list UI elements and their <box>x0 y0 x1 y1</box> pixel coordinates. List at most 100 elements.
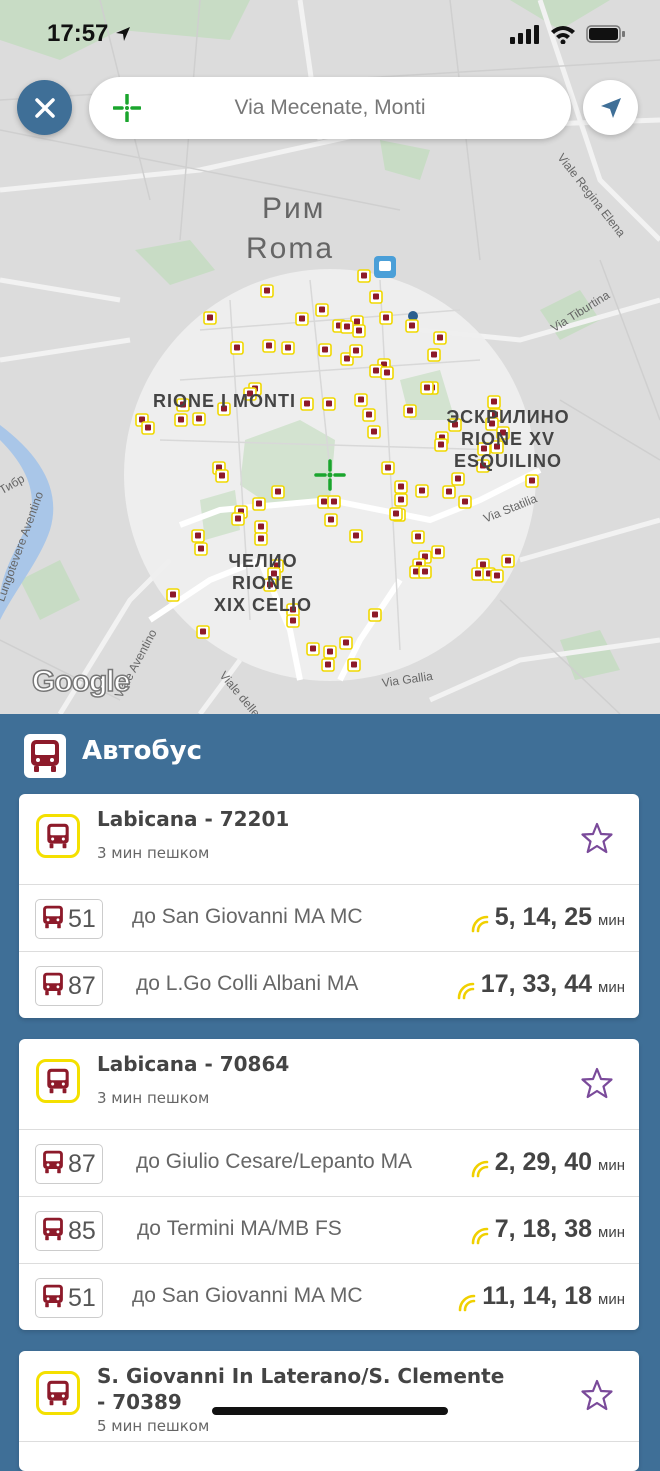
close-button[interactable] <box>17 80 72 135</box>
stop-header[interactable]: S. Giovanni In Laterano/S. Clemente - 70… <box>19 1351 639 1442</box>
favorite-star-icon[interactable] <box>581 1067 613 1103</box>
my-location-button[interactable] <box>583 80 638 135</box>
home-indicator[interactable] <box>212 1407 448 1415</box>
google-attribution: Google <box>31 664 131 699</box>
district-line: ЧЕЛИО <box>228 551 298 571</box>
bus-stop-marker[interactable] <box>295 312 309 326</box>
bus-stop-marker[interactable] <box>389 507 403 521</box>
bus-stop-marker[interactable] <box>354 393 368 407</box>
minutes-unit: мин <box>598 979 625 996</box>
bus-stop-marker[interactable] <box>458 495 472 509</box>
bus-stop-marker[interactable] <box>322 397 336 411</box>
bus-stop-marker[interactable] <box>191 529 205 543</box>
arrival-times: 2, 29, 40 мин <box>471 1148 625 1178</box>
line-row[interactable]: 85 до Termini MA/MB FS 7, 18, 38 мин <box>19 1197 639 1264</box>
bus-stop-marker[interactable] <box>215 469 229 483</box>
bus-stop-marker[interactable] <box>357 269 371 283</box>
bus-stop-marker[interactable] <box>340 320 354 334</box>
bus-stop-marker[interactable] <box>433 331 447 345</box>
bus-stop-marker[interactable] <box>411 530 425 544</box>
bus-stop-marker[interactable] <box>231 512 245 526</box>
walk-time: 3 мин пешком <box>97 1089 210 1107</box>
bus-stop-marker[interactable] <box>394 493 408 507</box>
bus-stop-marker[interactable] <box>252 497 266 511</box>
bus-stop-marker[interactable] <box>203 311 217 325</box>
status-time: 17:57 <box>47 20 131 48</box>
bus-stop-marker[interactable] <box>327 495 341 509</box>
bus-stop-marker[interactable] <box>349 344 363 358</box>
bus-stop-marker[interactable] <box>349 529 363 543</box>
bus-stop-marker[interactable] <box>192 412 206 426</box>
line-destination: до Termini MA/MB FS <box>137 1217 342 1240</box>
bus-stop-marker[interactable] <box>380 366 394 380</box>
bus-stop-marker[interactable] <box>525 474 539 488</box>
bus-stop-marker[interactable] <box>451 472 465 486</box>
line-row[interactable]: 87 до Giulio Cesare/Lepanto MA 2, 29, 40… <box>19 1130 639 1197</box>
bus-stop-marker[interactable] <box>379 311 393 325</box>
bus-stop-marker[interactable] <box>431 545 445 559</box>
stop-header[interactable]: Labicana - 70864 3 мин пешком <box>19 1039 639 1130</box>
bus-stop-marker[interactable] <box>323 645 337 659</box>
line-badge: 87 <box>35 966 103 1006</box>
search-field[interactable]: Via Mecenate, Monti <box>89 77 571 139</box>
bus-stop-marker[interactable] <box>271 485 285 499</box>
bus-stop-marker[interactable] <box>318 343 332 357</box>
bus-stop-marker[interactable] <box>260 284 274 298</box>
bus-stop-marker[interactable] <box>324 513 338 527</box>
bus-stop-marker[interactable] <box>254 520 268 534</box>
map-view[interactable]: Рим Roma RIONE I MONTI ЭСКРИЛИНО RIONE X… <box>0 0 660 714</box>
bus-stop-marker[interactable] <box>490 569 504 583</box>
bus-stop-marker[interactable] <box>315 303 329 317</box>
walk-time: 5 мин пешком <box>97 1417 210 1435</box>
bus-stop-marker[interactable] <box>362 408 376 422</box>
minutes-unit: мин <box>598 912 625 929</box>
bus-stop-marker[interactable] <box>347 658 361 672</box>
line-number: 51 <box>68 1283 96 1312</box>
bus-stop-marker[interactable] <box>420 381 434 395</box>
arrival-times: 11, 14, 18 мин <box>458 1282 625 1312</box>
bus-stop-marker[interactable] <box>141 421 155 435</box>
bus-stop-marker[interactable] <box>321 658 335 672</box>
bus-stop-marker[interactable] <box>281 341 295 355</box>
bus-stop-marker[interactable] <box>339 636 353 650</box>
bus-stop-marker[interactable] <box>230 341 244 355</box>
search-value: Via Mecenate, Monti <box>234 96 426 119</box>
favorite-star-icon[interactable] <box>581 822 613 858</box>
bus-stop-marker[interactable] <box>501 554 515 568</box>
bus-stop-marker[interactable] <box>427 348 441 362</box>
bus-stop-marker[interactable] <box>381 461 395 475</box>
bus-stop-marker[interactable] <box>352 324 366 338</box>
bus-icon <box>41 1216 65 1246</box>
bus-stop-marker[interactable] <box>394 480 408 494</box>
bus-stop-marker[interactable] <box>369 290 383 304</box>
stop-header[interactable]: Labicana - 72201 3 мин пешком <box>19 794 639 885</box>
district-line: RIONE I MONTI <box>153 391 296 411</box>
favorite-star-icon[interactable] <box>581 1379 613 1415</box>
bus-icon <box>41 1283 65 1313</box>
stop-card[interactable]: Labicana - 70864 3 мин пешком 87 до Giul… <box>19 1039 639 1330</box>
line-row[interactable]: 51 до San Giovanni MA MC 11, 14, 18 мин <box>19 1264 639 1330</box>
stop-card[interactable]: Labicana - 72201 3 мин пешком 51 до San … <box>19 794 639 1018</box>
bus-stop-marker[interactable] <box>174 413 188 427</box>
bus-stop-marker[interactable] <box>300 397 314 411</box>
bus-stop-marker[interactable] <box>442 485 456 499</box>
bus-stop-marker[interactable] <box>196 625 210 639</box>
bus-stop-marker[interactable] <box>403 404 417 418</box>
bus-stop-marker[interactable] <box>262 339 276 353</box>
bus-stop-marker[interactable] <box>367 425 381 439</box>
line-row[interactable]: 51 до San Giovanni MA MC 5, 14, 25 мин <box>19 885 639 952</box>
bus-stop-marker[interactable] <box>286 614 300 628</box>
line-number: 87 <box>68 971 96 1000</box>
bus-stop-marker[interactable] <box>194 542 208 556</box>
bus-stop-marker[interactable] <box>418 565 432 579</box>
bus-stop-marker[interactable] <box>415 484 429 498</box>
bus-stop-marker[interactable] <box>306 642 320 656</box>
bus-stop-marker[interactable] <box>254 532 268 546</box>
bus-stop-marker[interactable] <box>166 588 180 602</box>
line-destination: до L.Go Colli Albani MA <box>136 972 359 995</box>
bus-stop-marker[interactable] <box>368 608 382 622</box>
status-icons <box>510 24 626 44</box>
line-row[interactable]: 87 до L.Go Colli Albani MA 17, 33, 44 ми… <box>19 952 639 1018</box>
bus-stop-marker[interactable] <box>405 319 419 333</box>
stop-name: Labicana - 70864 <box>97 1052 290 1076</box>
